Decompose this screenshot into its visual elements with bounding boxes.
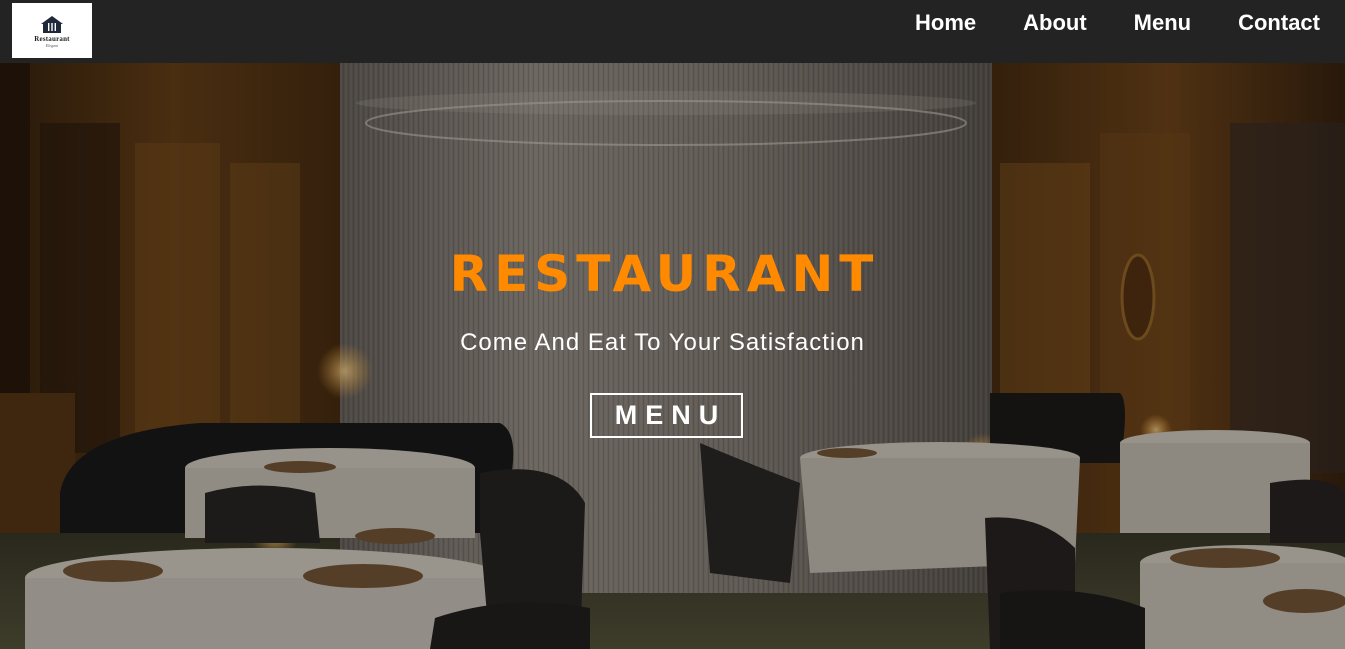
- nav-menu-link[interactable]: Menu: [1134, 10, 1191, 36]
- logo-text: Restaurant: [34, 34, 70, 43]
- nav-home-link[interactable]: Home: [915, 10, 976, 36]
- menu-button[interactable]: MENU: [590, 393, 743, 438]
- restaurant-logo-icon: [41, 15, 63, 33]
- hero-section: RESTAURANT Come And Eat To Your Satisfac…: [0, 63, 1345, 649]
- nav-links: Home About Menu Contact: [915, 0, 1320, 46]
- navbar: Restaurant Elegant Home About Menu Conta…: [0, 0, 1345, 63]
- nav-contact-link[interactable]: Contact: [1238, 10, 1320, 36]
- logo[interactable]: Restaurant Elegant: [12, 3, 92, 58]
- logo-tagline: Elegant: [45, 42, 59, 48]
- hero-subtitle: Come And Eat To Your Satisfaction: [460, 329, 865, 356]
- hero-title: RESTAURANT: [449, 245, 880, 303]
- nav-about-link[interactable]: About: [1023, 10, 1087, 36]
